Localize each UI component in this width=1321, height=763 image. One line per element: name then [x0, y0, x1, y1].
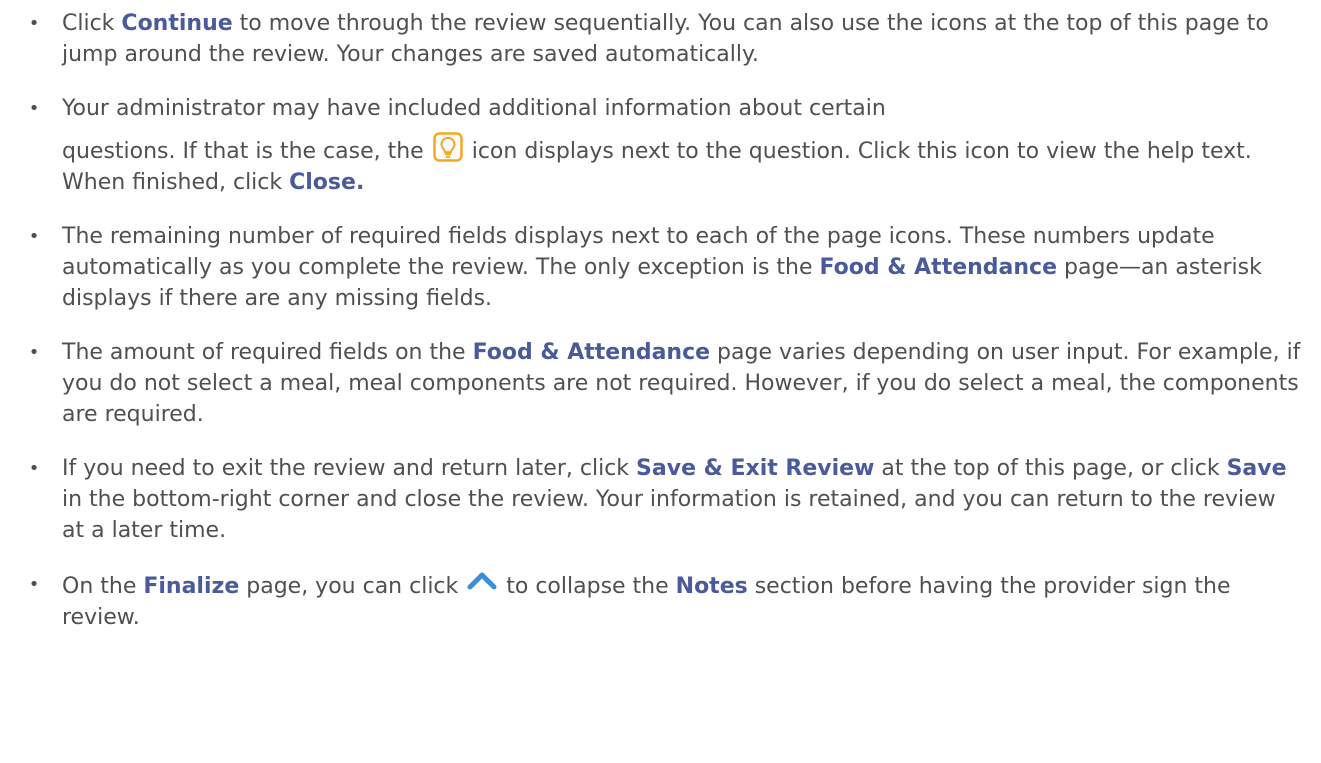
list-item-text: Your administrator may have included add…: [62, 93, 1301, 198]
text-run: to move through the review sequentially.…: [62, 11, 1269, 67]
bullet-marker: •: [28, 98, 40, 119]
list-item: • Your administrator may have included ad…: [0, 93, 1321, 198]
bold-term: Finalize: [143, 574, 240, 599]
list-item-text: If you need to exit the review and retur…: [62, 453, 1301, 546]
bold-term: Save: [1226, 456, 1287, 481]
bold-term: Food & Attendance: [819, 255, 1058, 280]
bold-term: Close.: [289, 170, 365, 195]
bullet-marker: •: [28, 226, 40, 247]
text-run: at the top of this page, or click: [874, 456, 1227, 481]
text-run: questions. If that is the case, the: [62, 139, 431, 164]
list-item-text: Click Continue to move through the revie…: [62, 8, 1301, 70]
text-run: in the bottom-right corner and close the…: [62, 487, 1276, 543]
text-run: The amount of required fields on the: [62, 340, 473, 365]
bold-term: Food & Attendance: [472, 340, 711, 365]
bullet-marker: •: [28, 574, 40, 595]
bold-term: Notes: [675, 574, 748, 599]
instruction-list: • Click Continue to move through the revi…: [0, 0, 1321, 633]
bullet-marker: •: [28, 458, 40, 479]
text-run: to collapse the: [499, 574, 676, 599]
list-item: • Click Continue to move through the revi…: [0, 8, 1321, 70]
chevron-up-icon: [467, 569, 497, 591]
text-run: Click: [62, 11, 122, 36]
bold-term: Save & Exit Review: [636, 456, 875, 481]
bullet-marker: •: [28, 13, 40, 34]
text-run: Your administrator may have included add…: [62, 96, 886, 121]
text-run: If you need to exit the review and retur…: [62, 456, 637, 481]
list-item: • The remaining number of required fields…: [0, 221, 1321, 314]
list-item-text: The amount of required fields on the Foo…: [62, 337, 1301, 430]
bold-term: Continue: [121, 11, 233, 36]
list-item: • The amount of required fields on the Fo…: [0, 337, 1321, 430]
bullet-marker: •: [28, 342, 40, 363]
text-run: On the: [62, 574, 144, 599]
list-item-text: The remaining number of required fields …: [62, 221, 1301, 314]
lightbulb-help-icon: [432, 132, 463, 162]
list-item: • On the Finalize page, you can click to …: [0, 569, 1321, 633]
text-run: page, you can click: [239, 574, 466, 599]
list-item-text: On the Finalize page, you can click to c…: [62, 569, 1301, 633]
list-item: • If you need to exit the review and retu…: [0, 453, 1321, 546]
